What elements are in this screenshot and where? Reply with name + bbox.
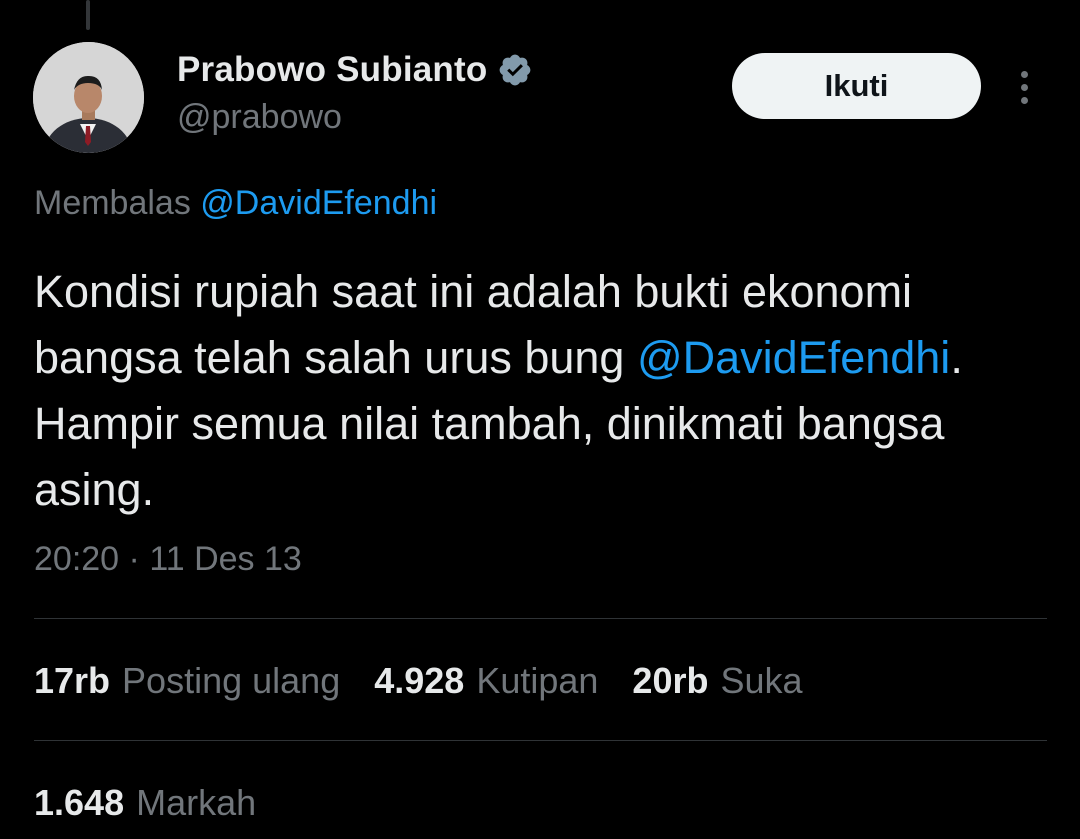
stat-likes[interactable]: 20rb Suka [632,660,802,702]
reply-mention-link[interactable]: @DavidEfendhi [200,184,437,222]
timestamp-time: 20:20 [34,540,120,578]
reply-context: Membalas @DavidEfendhi [34,184,437,223]
dot [1020,96,1028,104]
stat-value: 4.928 [374,660,465,701]
engagement-stats: 17rb Posting ulang 4.928 Kutipan 20rb Su… [34,660,803,702]
dot [1020,70,1028,78]
avatar[interactable] [33,42,144,153]
stat-quotes[interactable]: 4.928 Kutipan [374,660,598,702]
author-handle[interactable]: @prabowo [177,98,342,137]
divider [34,740,1047,741]
more-vertical-icon[interactable] [1008,66,1040,108]
author-display-name[interactable]: Prabowo Subianto [177,50,487,90]
tweet-mention-link[interactable]: @DavidEfendhi [637,332,950,383]
reply-prefix: Membalas [34,184,191,222]
follow-button[interactable]: Ikuti [732,53,981,119]
engagement-stats-secondary: 1.648 Markah [34,782,256,824]
timestamp-date: 11 Des 13 [149,540,302,578]
stat-label: Markah [136,782,257,823]
tweet-timestamp[interactable]: 20:20 · 11 Des 13 [34,540,302,579]
verified-badge-icon [497,52,533,88]
author-name-row: Prabowo Subianto [177,48,533,92]
stat-label: Posting ulang [122,660,341,701]
timestamp-separator: · [128,540,140,578]
stat-reposts[interactable]: 17rb Posting ulang [34,660,340,702]
stat-bookmarks[interactable]: 1.648 Markah [34,782,256,824]
stat-value: 1.648 [34,782,125,823]
divider [34,618,1047,619]
stat-value: 17rb [34,660,111,701]
dot [1020,83,1028,91]
stat-label: Suka [720,660,803,701]
tweet-text: Kondisi rupiah saat ini adalah bukti eko… [34,259,1044,523]
stat-value: 20rb [632,660,709,701]
profile-photo [33,42,144,153]
stat-label: Kutipan [476,660,599,701]
thread-connector-line [86,0,90,30]
